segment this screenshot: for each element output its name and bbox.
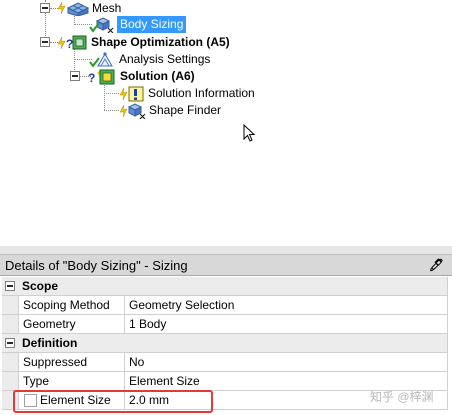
tree-node-label: Mesh <box>92 1 122 15</box>
solution-icon: ? <box>88 69 115 85</box>
collapse-icon[interactable] <box>5 281 15 291</box>
tree-node-label: Body Sizing <box>117 16 187 33</box>
grid-border <box>447 334 448 352</box>
tree-node-label: Analysis Settings <box>119 52 211 66</box>
tree-node-solution[interactable]: ? Solution (A6) <box>0 68 220 85</box>
tree-node-solution-information[interactable]: Solution Information <box>0 85 280 102</box>
row-gutter <box>2 315 19 333</box>
row-gutter <box>2 353 19 371</box>
watermark: 知乎 @梓渊 <box>370 390 434 404</box>
category-label: Definition <box>22 336 78 350</box>
collapse-icon[interactable] <box>40 3 50 13</box>
category-label: Scope <box>22 279 59 293</box>
grid-divider <box>124 372 125 390</box>
tree-node-shape-finder[interactable]: Shape Finder <box>0 102 240 119</box>
analysis-settings-icon <box>89 52 113 68</box>
row-gutter <box>2 296 19 314</box>
tree-node-label: Solution Information <box>148 86 255 100</box>
grid-border <box>447 277 448 295</box>
property-row-geometry[interactable]: Geometry 1 Body <box>2 315 448 334</box>
svg-text:?: ? <box>88 71 95 85</box>
shape-finder-icon <box>119 103 146 119</box>
collapse-icon[interactable] <box>40 37 50 47</box>
tree-node-shape-optimization[interactable]: ? Shape Optimization (A5) <box>0 34 280 51</box>
property-key: Geometry <box>23 317 76 331</box>
pin-icon[interactable]: 🖊 <box>429 258 444 272</box>
grid-border <box>447 372 448 390</box>
tree-node-label: Shape Finder <box>149 103 222 117</box>
property-key: Type <box>23 374 50 388</box>
grid-divider <box>124 353 125 371</box>
category-row-definition[interactable]: Definition <box>2 334 448 353</box>
tree-node-body-sizing[interactable]: Body Sizing <box>0 16 200 33</box>
property-key: Scoping Method <box>23 298 110 312</box>
property-value[interactable]: 1 Body <box>129 317 166 331</box>
row-gutter <box>2 372 19 390</box>
property-row-suppressed[interactable]: Suppressed No <box>2 353 448 372</box>
property-key: Suppressed <box>23 355 88 369</box>
outline-tree: Mesh Body Sizing ? Shape Optimization (A… <box>0 0 452 246</box>
tree-node-analysis-settings[interactable]: Analysis Settings <box>0 51 240 68</box>
panel-splitter[interactable] <box>0 246 452 254</box>
collapse-icon[interactable] <box>5 338 15 348</box>
tree-node-label: Shape Optimization (A5) <box>91 35 230 49</box>
annotation-highlight-box <box>13 390 213 413</box>
solution-information-icon <box>119 86 144 102</box>
grid-border <box>447 296 448 314</box>
grid-divider <box>124 296 125 314</box>
grid-border <box>447 315 448 333</box>
collapse-icon[interactable] <box>70 71 80 81</box>
property-row-scoping-method[interactable]: Scoping Method Geometry Selection <box>2 296 448 315</box>
mouse-cursor-icon <box>243 124 256 142</box>
property-value[interactable]: No <box>129 355 144 369</box>
details-title: Details of "Body Sizing" - Sizing <box>5 258 188 273</box>
property-value[interactable]: Element Size <box>129 374 200 388</box>
grid-border <box>447 391 448 409</box>
details-header: Details of "Body Sizing" - Sizing 🖊 <box>0 254 452 276</box>
property-value[interactable]: Geometry Selection <box>129 298 234 312</box>
svg-text:?: ? <box>66 37 73 51</box>
tree-node-label: Solution (A6) <box>120 69 195 83</box>
body-sizing-icon <box>89 17 114 33</box>
shape-optimization-icon: ? <box>57 35 87 51</box>
tree-node-mesh[interactable]: Mesh <box>0 0 200 17</box>
mesh-icon <box>57 1 90 16</box>
grid-border <box>447 353 448 371</box>
grid-divider <box>124 315 125 333</box>
category-row-scope[interactable]: Scope <box>2 277 448 296</box>
